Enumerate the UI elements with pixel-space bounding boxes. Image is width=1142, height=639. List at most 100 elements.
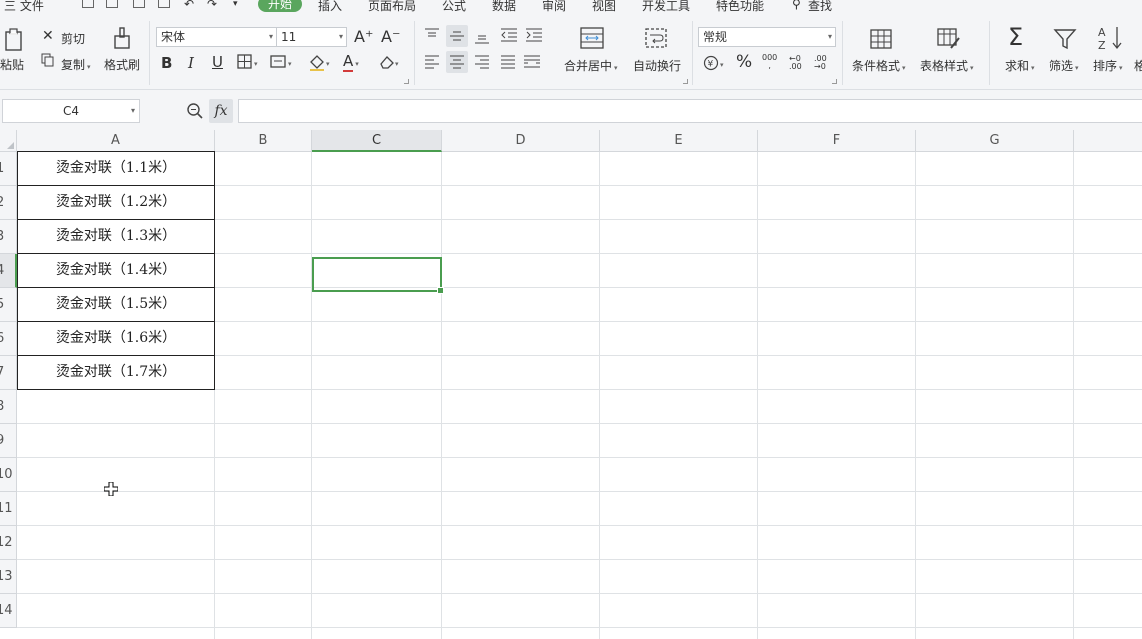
cell-a1[interactable]: 烫金对联（1.1米）	[17, 151, 215, 186]
sort-label[interactable]: 排序 ▾	[1093, 57, 1123, 74]
align-center-icon[interactable]	[446, 51, 468, 73]
tab-developer[interactable]: 开发工具	[642, 0, 690, 13]
increase-indent-icon[interactable]	[525, 28, 543, 45]
row-header-12[interactable]: 12	[0, 526, 17, 560]
alignment-dialog-launcher-icon[interactable]	[683, 79, 688, 84]
search-label[interactable]: 查找	[808, 0, 832, 13]
copy-icon[interactable]	[41, 53, 55, 70]
clear-format-icon[interactable]: ▾	[379, 54, 403, 73]
table-style-icon[interactable]	[936, 27, 962, 51]
align-right-icon[interactable]	[474, 55, 490, 72]
column-header-c[interactable]: C	[312, 130, 442, 152]
cell-a4[interactable]: 烫金对联（1.4米）	[17, 254, 215, 288]
save-icon[interactable]	[82, 0, 94, 8]
tab-data[interactable]: 数据	[492, 0, 516, 13]
format-painter-icon[interactable]	[110, 25, 134, 53]
column-header-overflow[interactable]	[1074, 130, 1142, 152]
row-header-9[interactable]: 9	[0, 424, 17, 458]
row-header-8[interactable]: 8	[0, 390, 17, 424]
merge-center-label[interactable]: 合并居中 ▾	[564, 57, 618, 74]
row-header-2[interactable]: 2	[0, 186, 17, 220]
percent-button[interactable]: %	[736, 52, 752, 72]
column-header-g[interactable]: G	[916, 130, 1074, 152]
select-all-corner[interactable]	[0, 130, 17, 152]
font-color-button[interactable]: A ▾	[343, 52, 359, 72]
sum-icon[interactable]: Σ	[1008, 23, 1023, 51]
column-header-b[interactable]: B	[215, 130, 312, 152]
formula-input[interactable]	[238, 99, 1142, 123]
column-header-e[interactable]: E	[600, 130, 758, 152]
preview-icon[interactable]	[158, 0, 170, 8]
currency-format-icon[interactable]: ¥ ▾	[703, 55, 727, 74]
selected-cell-c4[interactable]	[312, 257, 444, 294]
search-icon[interactable]: ⚲	[792, 0, 801, 11]
wrap-text-icon[interactable]	[643, 25, 669, 51]
cell-a6[interactable]: 烫金对联（1.6米）	[17, 322, 215, 356]
paste-label[interactable]: 粘贴	[0, 56, 24, 73]
sum-label[interactable]: 求和 ▾	[1005, 57, 1035, 74]
thousands-separator-button[interactable]: 000,	[762, 54, 777, 70]
shrink-font-button[interactable]: A⁻	[381, 27, 400, 46]
format-painter-label[interactable]: 格式刷	[104, 56, 140, 73]
filter-label[interactable]: 筛选 ▾	[1049, 57, 1079, 74]
justify-icon[interactable]	[500, 55, 516, 72]
borders-icon[interactable]: ▾	[237, 54, 261, 73]
tab-view[interactable]: 视图	[592, 0, 616, 13]
cell-a7[interactable]: 烫金对联（1.7米）	[17, 356, 215, 390]
redo-icon[interactable]: ↷	[207, 0, 217, 11]
row-header-6[interactable]: 6	[0, 322, 17, 356]
ribbon-more-overflow[interactable]: 格	[1134, 57, 1142, 74]
number-format-select[interactable]: 常规 ▾	[698, 27, 836, 47]
row-header-10[interactable]: 10	[0, 458, 17, 492]
sort-icon[interactable]: AZ	[1097, 25, 1125, 54]
column-header-a[interactable]: A	[17, 130, 215, 152]
bold-button[interactable]: B	[161, 54, 172, 72]
tab-special-features[interactable]: 特色功能	[716, 0, 764, 13]
fill-color-icon[interactable]: ▾	[308, 54, 334, 75]
wrap-text-label[interactable]: 自动换行	[633, 57, 681, 74]
font-size-select[interactable]: 11 ▾	[276, 27, 347, 47]
name-box[interactable]: C4 ▾	[2, 99, 140, 123]
cell-style-icon[interactable]: ▾	[270, 54, 296, 73]
underline-button[interactable]: U	[212, 53, 223, 71]
conditional-format-icon[interactable]	[869, 27, 893, 51]
insert-function-button[interactable]: fx	[209, 99, 233, 123]
increase-decimal-button[interactable]: ←0 .00	[789, 55, 807, 71]
tab-review[interactable]: 审阅	[542, 0, 566, 13]
zoom-formula-icon[interactable]	[186, 102, 204, 123]
filter-icon[interactable]	[1053, 27, 1077, 54]
quick-access-dropdown-icon[interactable]: ▾	[233, 0, 238, 9]
spreadsheet-grid[interactable]: A B C D E F G 1234567891011121314 烫金对联（1…	[0, 130, 1142, 639]
row-header-1[interactable]: 1	[0, 152, 17, 186]
row-header-7[interactable]: 7	[0, 356, 17, 390]
copy-label[interactable]: 复制 ▾	[61, 56, 91, 73]
tab-home[interactable]: 开始	[258, 0, 303, 12]
italic-button[interactable]: I	[188, 54, 194, 72]
menu-file[interactable]: 三 文件	[4, 0, 44, 13]
table-style-label[interactable]: 表格样式 ▾	[920, 57, 974, 74]
merge-center-icon[interactable]	[579, 25, 605, 51]
row-header-3[interactable]: 3	[0, 220, 17, 254]
font-dialog-launcher-icon[interactable]	[404, 79, 409, 84]
distributed-align-icon[interactable]	[523, 55, 541, 72]
print-preview-icon[interactable]	[133, 0, 145, 8]
tab-formulas[interactable]: 公式	[442, 0, 466, 13]
decrease-decimal-button[interactable]: .00 →0	[814, 55, 832, 71]
number-dialog-launcher-icon[interactable]	[832, 79, 837, 84]
tab-insert[interactable]: 插入	[318, 0, 342, 13]
row-header-5[interactable]: 5	[0, 288, 17, 322]
cut-icon[interactable]: ✕	[42, 28, 54, 44]
row-header-13[interactable]: 13	[0, 560, 17, 594]
cell-a2[interactable]: 烫金对联（1.2米）	[17, 186, 215, 220]
cell-a3[interactable]: 烫金对联（1.3米）	[17, 220, 215, 254]
align-left-icon[interactable]	[424, 55, 440, 72]
column-header-f[interactable]: F	[758, 130, 916, 152]
conditional-format-label[interactable]: 条件格式 ▾	[852, 57, 906, 74]
row-header-14[interactable]: 14	[0, 594, 17, 628]
cell-a5[interactable]: 烫金对联（1.5米）	[17, 288, 215, 322]
column-header-d[interactable]: D	[442, 130, 600, 152]
align-top-icon[interactable]	[424, 28, 440, 45]
row-header-4[interactable]: 4	[0, 254, 17, 288]
align-bottom-icon[interactable]	[474, 30, 490, 47]
tab-page-layout[interactable]: 页面布局	[368, 0, 416, 13]
